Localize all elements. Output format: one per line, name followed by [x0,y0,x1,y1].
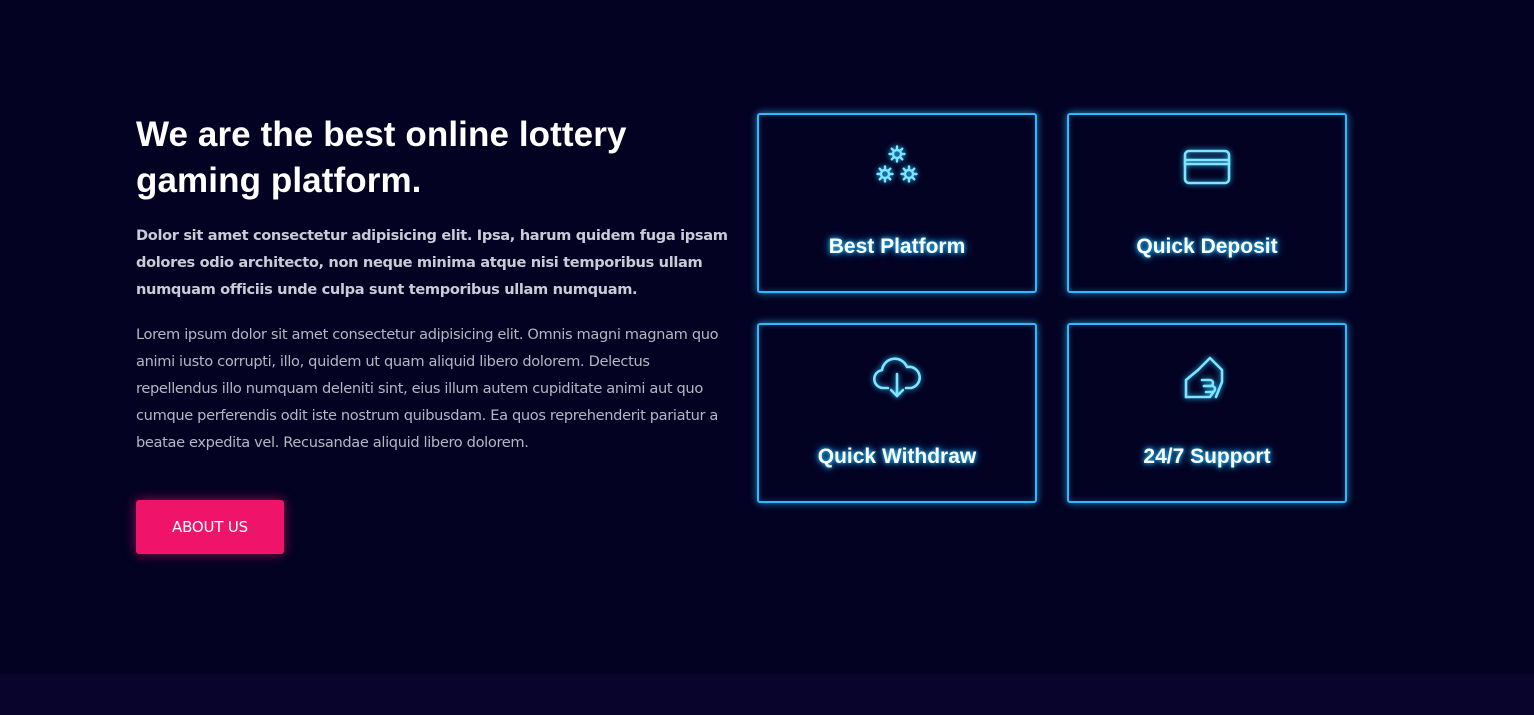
body-paragraph: Lorem ipsum dolor sit amet consectetur a… [136,326,719,451]
hand-house-icon [1180,350,1234,404]
next-section-band [0,674,1534,715]
credit-card-icon [1180,140,1234,194]
feature-card-quick-deposit[interactable]: Quick Deposit [1067,113,1347,293]
gears-icon [870,140,924,194]
cloud-download-icon [870,350,924,404]
feature-card-best-platform[interactable]: Best Platform [757,113,1037,293]
section-heading: We are the best online lottery gaming pl… [136,115,627,200]
about-us-button[interactable]: ABOUT US [136,500,284,554]
feature-label: Best Platform [828,235,966,258]
feature-label: 24/7 Support [1143,445,1271,468]
about-section: We are the best online lottery gaming pl… [0,0,1534,674]
intro-paragraph: Dolor sit amet consectetur adipisicing e… [136,227,728,298]
feature-card-support[interactable]: 24/7 Support [1067,323,1347,503]
feature-label: Quick Deposit [1136,235,1278,258]
about-text-column: We are the best online lottery gaming pl… [136,112,728,456]
feature-card-quick-withdraw[interactable]: Quick Withdraw [757,323,1037,503]
feature-label: Quick Withdraw [817,445,977,468]
